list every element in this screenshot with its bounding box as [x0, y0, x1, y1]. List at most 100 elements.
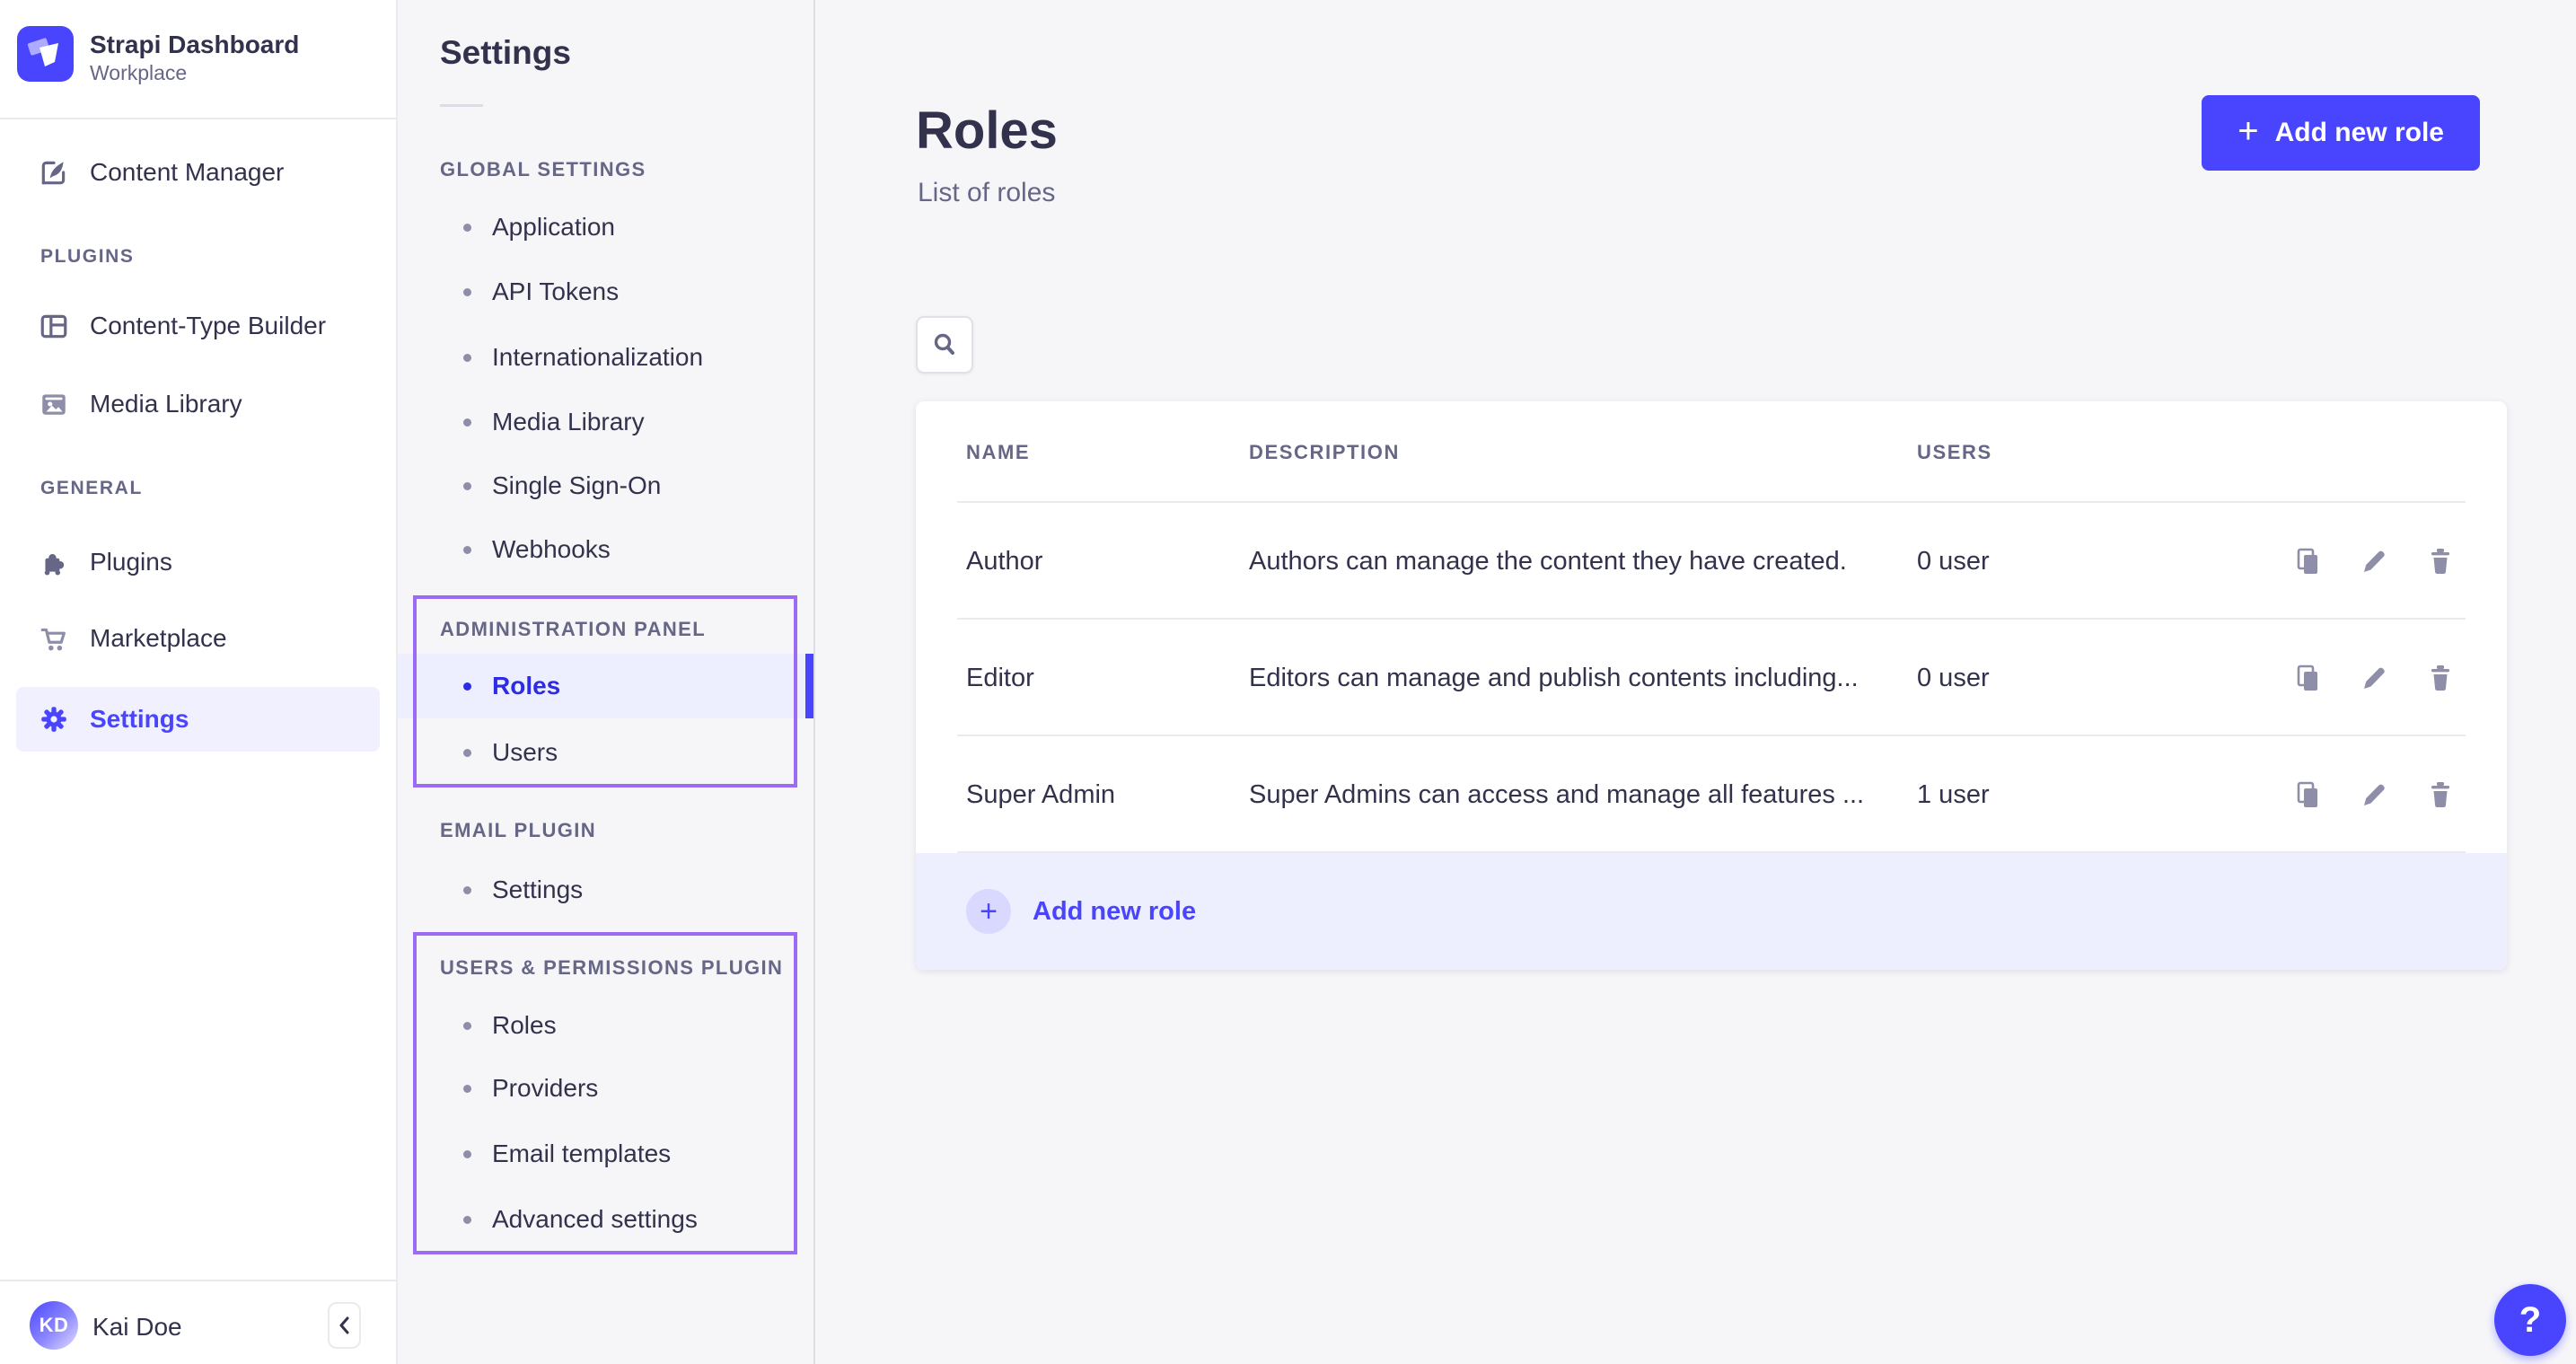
roles-page: Roles List of roles + Add new role NAME …	[815, 0, 2576, 1364]
subnav-item-users[interactable]: Users	[398, 733, 813, 772]
role-description: Editors can manage and publish contents …	[1249, 664, 1917, 693]
column-header-users: USERS	[1917, 441, 2457, 464]
sidebar-item-content-type-builder[interactable]: Content-Type Builder	[0, 301, 398, 351]
bullet	[463, 682, 471, 691]
delete-role-button[interactable]	[2424, 662, 2457, 694]
bullet	[463, 546, 471, 554]
bullet	[463, 418, 471, 427]
page-subtitle: List of roles	[918, 178, 1055, 208]
bullet	[463, 749, 471, 757]
bullet	[463, 886, 471, 894]
subnav-item-email-templates[interactable]: Email templates	[398, 1134, 813, 1174]
trash-icon	[2424, 662, 2457, 694]
subnav-item-api-tokens[interactable]: API Tokens	[398, 272, 813, 312]
table-row-editor[interactable]: Editor Editors can manage and publish co…	[916, 620, 2507, 736]
trash-icon	[2424, 779, 2457, 811]
bullet	[463, 224, 471, 232]
sidebar-item-content-manager[interactable]: Content Manager	[0, 147, 398, 198]
plugins-icon	[39, 547, 69, 577]
bullet	[463, 1022, 471, 1030]
column-header-name: NAME	[966, 441, 1249, 464]
edit-role-button[interactable]	[2358, 545, 2390, 577]
bullet	[463, 288, 471, 296]
main-sidebar: Strapi Dashboard Workplace Content Manag…	[0, 0, 398, 1364]
bullet	[463, 1085, 471, 1093]
help-button[interactable]: ?	[2494, 1284, 2566, 1356]
page-title: Roles	[916, 101, 1058, 161]
sidebar-footer: KD Kai Doe	[0, 1280, 396, 1364]
sidebar-section-general: GENERAL	[40, 478, 143, 499]
settings-subnav: Settings GLOBAL SETTINGS Application API…	[398, 0, 815, 1364]
role-user-count: 0 user	[1917, 547, 2291, 576]
subnav-item-providers[interactable]: Providers	[398, 1069, 813, 1108]
roles-table-card: NAME DESCRIPTION USERS Author Authors ca…	[916, 401, 2507, 970]
sidebar-item-marketplace[interactable]: Marketplace	[0, 613, 398, 664]
plus-icon: +	[2238, 113, 2258, 149]
sidebar-item-plugins[interactable]: Plugins	[0, 537, 398, 587]
table-header-row: NAME DESCRIPTION USERS	[916, 401, 2507, 503]
chevron-left-icon	[338, 1315, 352, 1336]
avatar[interactable]: KD	[30, 1301, 78, 1350]
bullet	[463, 1216, 471, 1224]
duplicate-role-button[interactable]	[2291, 545, 2324, 577]
subnav-item-application[interactable]: Application	[398, 207, 813, 247]
subnav-item-media-library[interactable]: Media Library	[398, 402, 813, 442]
edit-role-button[interactable]	[2358, 662, 2390, 694]
question-mark-icon: ?	[2519, 1300, 2541, 1341]
subnav-section-administration-panel: ADMINISTRATION PANEL	[440, 618, 706, 641]
sidebar-item-settings[interactable]: Settings	[16, 687, 380, 752]
content-type-builder-icon	[39, 311, 69, 341]
bullet	[463, 354, 471, 362]
subnav-title: Settings	[440, 34, 571, 72]
duplicate-icon	[2291, 545, 2324, 577]
divider	[440, 104, 483, 107]
media-library-icon	[39, 389, 69, 419]
user-name: Kai Doe	[92, 1313, 182, 1342]
subnav-item-webhooks[interactable]: Webhooks	[398, 530, 813, 569]
subnav-item-internationalization[interactable]: Internationalization	[398, 338, 813, 377]
sidebar-item-media-library[interactable]: Media Library	[0, 379, 398, 429]
duplicate-icon	[2291, 662, 2324, 694]
role-description: Authors can manage the content they have…	[1249, 547, 1917, 576]
role-description: Super Admins can access and manage all f…	[1249, 780, 1917, 810]
table-row-author[interactable]: Author Authors can manage the content th…	[916, 503, 2507, 620]
subnav-item-advanced-settings[interactable]: Advanced settings	[398, 1200, 813, 1239]
role-user-count: 0 user	[1917, 664, 2291, 693]
duplicate-role-button[interactable]	[2291, 662, 2324, 694]
edit-icon	[2358, 662, 2390, 694]
subnav-item-roles-up[interactable]: Roles	[398, 1006, 813, 1045]
strapi-logo-icon	[17, 26, 74, 82]
plus-circle-icon: +	[966, 889, 1011, 934]
add-new-role-footer-button[interactable]: + Add new role	[916, 853, 2507, 970]
content-manager-icon	[39, 157, 69, 188]
marketplace-icon	[39, 623, 69, 654]
edit-icon	[2358, 545, 2390, 577]
subnav-section-global-settings: GLOBAL SETTINGS	[440, 158, 646, 181]
trash-icon	[2424, 545, 2457, 577]
delete-role-button[interactable]	[2424, 779, 2457, 811]
delete-role-button[interactable]	[2424, 545, 2457, 577]
app-title: Strapi Dashboard	[90, 31, 299, 59]
bullet	[463, 482, 471, 490]
gear-icon	[39, 704, 69, 735]
duplicate-role-button[interactable]	[2291, 779, 2324, 811]
column-header-description: DESCRIPTION	[1249, 441, 1917, 464]
add-new-role-button[interactable]: + Add new role	[2202, 95, 2480, 171]
subnav-section-users-permissions: USERS & PERMISSIONS PLUGIN	[440, 956, 783, 980]
subnav-item-single-sign-on[interactable]: Single Sign-On	[398, 466, 813, 506]
edit-role-button[interactable]	[2358, 779, 2390, 811]
search-icon	[931, 331, 958, 358]
brand-header: Strapi Dashboard Workplace	[0, 0, 396, 119]
table-row-super-admin[interactable]: Super Admin Super Admins can access and …	[916, 736, 2507, 853]
duplicate-icon	[2291, 779, 2324, 811]
role-user-count: 1 user	[1917, 780, 2291, 810]
subnav-item-roles-admin[interactable]: Roles	[398, 666, 813, 706]
bullet	[463, 1150, 471, 1158]
subnav-section-email-plugin: EMAIL PLUGIN	[440, 819, 596, 842]
workspace-name: Workplace	[90, 61, 187, 85]
collapse-sidebar-button[interactable]	[328, 1302, 361, 1349]
search-button[interactable]	[916, 316, 973, 374]
edit-icon	[2358, 779, 2390, 811]
subnav-item-email-settings[interactable]: Settings	[398, 870, 813, 910]
role-name: Author	[966, 547, 1249, 576]
